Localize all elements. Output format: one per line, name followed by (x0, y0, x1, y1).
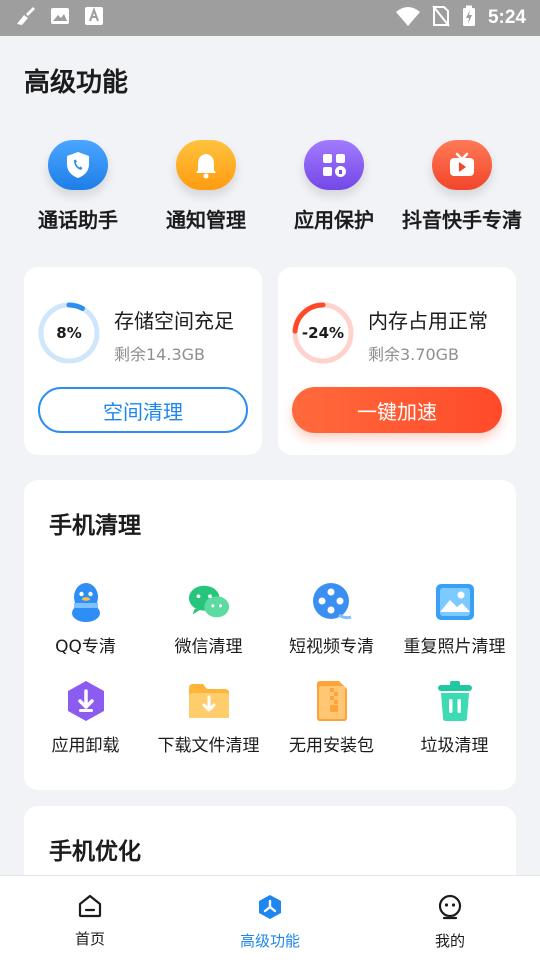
memory-card: -24% 内存占用正常 剩余3.70GB 一键加速 (278, 267, 516, 455)
tool-label: 无用安装包 (289, 736, 374, 756)
duplicate-photo-clean-button[interactable]: 重复照片清理 (393, 580, 516, 657)
notification-manager-button[interactable]: 通知管理 (144, 140, 269, 233)
memory-remaining: 剩余3.70GB (368, 345, 460, 364)
status-bar: 5:24 (0, 0, 540, 36)
clock: 5:24 (487, 7, 526, 28)
quick-action-label: 通话助手 (38, 208, 118, 232)
tool-label: QQ专清 (55, 637, 116, 657)
space-clean-button[interactable]: 空间清理 (38, 387, 248, 433)
tv-play-icon (432, 140, 492, 190)
download-folder-icon (187, 679, 231, 723)
tool-label: 下载文件清理 (157, 736, 260, 756)
app-protection-button[interactable]: 应用保护 (272, 140, 397, 233)
clean-tools-grid: QQ专清 微信清理 短视频专清 重复照片清理 应用卸载 下载文件清理 无用安装包… (24, 580, 516, 756)
tab-profile[interactable]: 我的 (360, 876, 540, 960)
page-title: 高级功能 (24, 68, 129, 98)
tab-label: 高级功能 (239, 932, 300, 950)
app-lock-icon (304, 140, 364, 190)
quick-action-label: 通知管理 (166, 208, 246, 232)
douyin-kuaishou-clean-button[interactable]: 抖音快手专清 (400, 140, 525, 233)
unused-apk-clean-button[interactable]: 无用安装包 (270, 679, 393, 756)
storage-percent: 8% (56, 324, 82, 342)
tab-label: 我的 (434, 932, 465, 950)
advanced-icon (257, 894, 283, 924)
profile-icon (437, 894, 463, 924)
image-icon (50, 6, 70, 30)
uninstall-icon (64, 679, 108, 723)
font-icon (84, 6, 104, 30)
tool-label: 短视频专清 (289, 637, 374, 657)
storage-status-title: 存储空间充足 (114, 309, 234, 333)
download-file-clean-button[interactable]: 下载文件清理 (147, 679, 270, 756)
battery-charging-icon (462, 5, 476, 31)
storage-card: 8% 存储空间充足 剩余14.3GB 空间清理 (24, 267, 262, 455)
phone-shield-icon (48, 140, 108, 190)
boost-button[interactable]: 一键加速 (292, 387, 502, 433)
qq-penguin-icon (64, 580, 108, 624)
tool-label: 应用卸载 (51, 736, 120, 756)
trash-icon (433, 679, 477, 723)
wechat-icon (187, 580, 231, 624)
short-video-clean-button[interactable]: 短视频专清 (270, 580, 393, 657)
tool-label: 重复照片清理 (403, 637, 506, 657)
app-uninstall-button[interactable]: 应用卸载 (24, 679, 147, 756)
memory-percent: -24% (301, 324, 345, 342)
call-assistant-button[interactable]: 通话助手 (16, 140, 141, 233)
quick-action-label: 抖音快手专清 (402, 208, 522, 232)
memory-status-title: 内存占用正常 (368, 309, 488, 333)
broom-icon (14, 6, 36, 30)
tab-label: 首页 (74, 930, 105, 948)
wechat-clean-button[interactable]: 微信清理 (147, 580, 270, 657)
bell-icon (176, 140, 236, 190)
wifi-icon (395, 6, 420, 30)
section-title: 手机优化 (49, 839, 141, 865)
section-title: 手机清理 (49, 513, 141, 539)
phone-clean-section: 手机清理 QQ专清 微信清理 短视频专清 重复照片清理 应用卸载 下载文件清理 … (24, 480, 516, 790)
zip-package-icon (310, 679, 354, 723)
film-reel-icon (310, 580, 354, 624)
tab-home[interactable]: 首页 (0, 876, 180, 960)
home-icon (77, 894, 103, 922)
quick-action-label: 应用保护 (294, 208, 374, 232)
tab-advanced[interactable]: 高级功能 (180, 876, 360, 960)
tool-label: 微信清理 (174, 637, 243, 657)
bottom-tab-bar: 首页 高级功能 我的 (0, 875, 540, 960)
storage-remaining: 剩余14.3GB (114, 345, 206, 364)
quick-actions: 通话助手 通知管理 应用保护 抖音快手专清 (0, 140, 540, 233)
qq-clean-button[interactable]: QQ专清 (24, 580, 147, 657)
junk-clean-button[interactable]: 垃圾清理 (393, 679, 516, 756)
tool-label: 垃圾清理 (420, 736, 489, 756)
photo-icon (433, 580, 477, 624)
no-sim-icon (432, 5, 450, 31)
